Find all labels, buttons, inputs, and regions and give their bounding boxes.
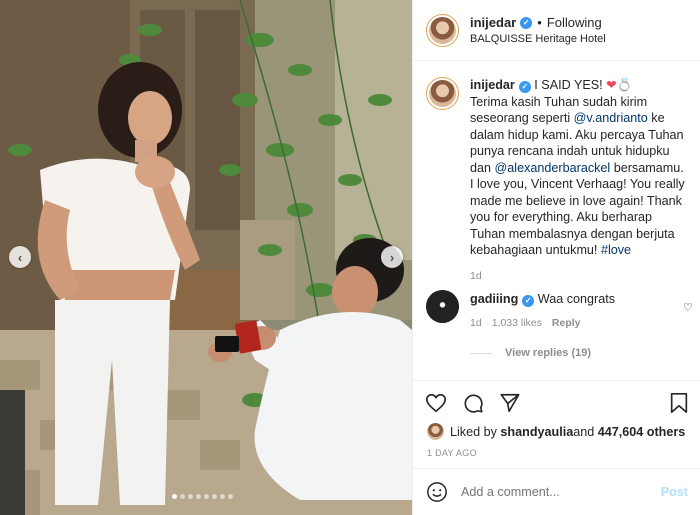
carousel-dot	[172, 494, 177, 499]
commenter-avatar[interactable]	[426, 290, 459, 323]
caption-username[interactable]: inijedar	[470, 78, 515, 92]
view-replies-label: View replies (19)	[505, 347, 592, 359]
author-avatar[interactable]	[426, 13, 459, 47]
bookmark-icon[interactable]	[668, 392, 690, 414]
heart-icon[interactable]	[425, 392, 447, 414]
caption-intro: I SAID YES!	[534, 78, 603, 92]
share-icon[interactable]	[499, 392, 521, 414]
comment-likes[interactable]: 1,033 likes	[492, 314, 542, 332]
post-location[interactable]: BALQUISSE Heritage Hotel	[470, 33, 606, 45]
mention-link[interactable]: @v.andrianto	[574, 111, 648, 125]
likes-middle: and	[573, 424, 595, 439]
reply-button[interactable]: Reply	[552, 314, 581, 332]
verified-icon: ✓	[520, 16, 533, 29]
comment-time: 1d	[470, 317, 482, 329]
carousel-indicator	[172, 494, 233, 499]
likes-summary: Liked by shandyaulia and 447,604 others	[427, 423, 685, 440]
divider	[470, 352, 492, 354]
carousel-dot	[180, 494, 185, 499]
verified-icon: ✓	[522, 295, 535, 307]
post-actions: Liked by shandyaulia and 447,604 others …	[413, 380, 700, 468]
verified-icon: ✓	[518, 81, 531, 94]
caption-avatar[interactable]	[426, 77, 459, 110]
carousel-dot	[196, 494, 201, 499]
view-replies-button[interactable]: View replies (19)	[470, 347, 591, 359]
carousel-dot	[188, 494, 193, 499]
comment-item: gadiiing ✓ Waa congrats 1d 1,033 likes Re…	[426, 290, 693, 332]
mention-link[interactable]: @alexanderbarackel	[495, 161, 611, 175]
caption-time: 1d	[470, 269, 482, 282]
heart-emoji: ❤	[606, 78, 617, 92]
post-photo[interactable]: ‹ ›	[0, 0, 412, 515]
likes-prefix: Liked by	[450, 424, 497, 439]
carousel-previous-button[interactable]: ‹	[9, 246, 31, 268]
carousel-dot	[204, 494, 209, 499]
post-header: inijedar ✓ • Following BALQUISSE Heritag…	[413, 0, 700, 61]
comment-icon[interactable]	[462, 392, 484, 414]
commenter-username[interactable]: gadiiing	[470, 292, 518, 306]
post-caption: inijedar ✓ I SAID YES! ❤💍 Terima kasih Tu…	[426, 77, 688, 284]
ring-emoji: 💍	[616, 78, 633, 92]
proposal-photo	[0, 0, 412, 515]
post-comment-button[interactable]: Post	[661, 485, 688, 499]
carousel-dot	[228, 494, 233, 499]
comment-text: Waa congrats	[537, 292, 616, 306]
separator: •	[537, 15, 542, 30]
comment-like-heart-icon[interactable]: ♡	[683, 301, 693, 314]
add-comment-bar: Post	[413, 468, 700, 515]
carousel-dot	[212, 494, 217, 499]
emoji-icon[interactable]	[426, 481, 448, 503]
comment-input[interactable]	[461, 485, 651, 499]
liker-avatar[interactable]	[427, 423, 444, 440]
hashtag-link[interactable]: #love	[601, 243, 631, 257]
following-button[interactable]: Following	[547, 15, 602, 30]
chevron-left-icon: ‹	[17, 249, 23, 265]
likes-count[interactable]: 447,604 others	[598, 425, 686, 439]
chevron-right-icon: ›	[389, 249, 395, 265]
carousel-next-button[interactable]: ›	[381, 246, 403, 268]
liker-username[interactable]: shandyaulia	[500, 425, 573, 439]
carousel-dot	[220, 494, 225, 499]
post-side-panel: inijedar ✓ • Following BALQUISSE Heritag…	[412, 0, 700, 515]
author-username[interactable]: inijedar	[470, 15, 516, 30]
post-timestamp[interactable]: 1 DAY AGO	[427, 448, 477, 458]
